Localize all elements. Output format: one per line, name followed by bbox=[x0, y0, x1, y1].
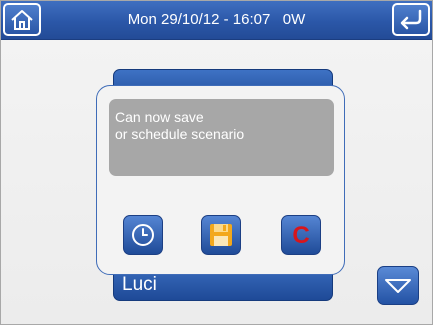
schedule-button[interactable] bbox=[123, 215, 163, 255]
dialog-message: Can now save or schedule scenario bbox=[109, 99, 334, 176]
list-item-label: Luci bbox=[122, 274, 157, 295]
home-button[interactable] bbox=[3, 3, 41, 36]
save-button[interactable] bbox=[201, 215, 241, 255]
cancel-icon: C bbox=[292, 222, 310, 249]
top-bar: Mon 29/10/12 - 16:07 0W bbox=[1, 1, 432, 40]
save-scenario-dialog: Can now save or schedule scenario C bbox=[96, 85, 345, 275]
screen: Mon 29/10/12 - 16:07 0W Luci Can now sav… bbox=[0, 0, 433, 325]
status-text: Mon 29/10/12 - 16:07 0W bbox=[127, 11, 306, 28]
triangle-down-icon bbox=[385, 278, 411, 293]
floppy-disk-icon bbox=[210, 224, 232, 246]
clock-icon bbox=[132, 224, 154, 246]
scroll-down-button[interactable] bbox=[377, 266, 419, 305]
home-icon bbox=[11, 9, 33, 30]
back-button[interactable] bbox=[392, 3, 430, 36]
cancel-button[interactable]: C bbox=[281, 215, 321, 255]
dialog-message-line: Can now save bbox=[115, 109, 204, 125]
back-arrow-icon bbox=[400, 9, 422, 29]
dialog-message-line: or schedule scenario bbox=[115, 126, 245, 142]
